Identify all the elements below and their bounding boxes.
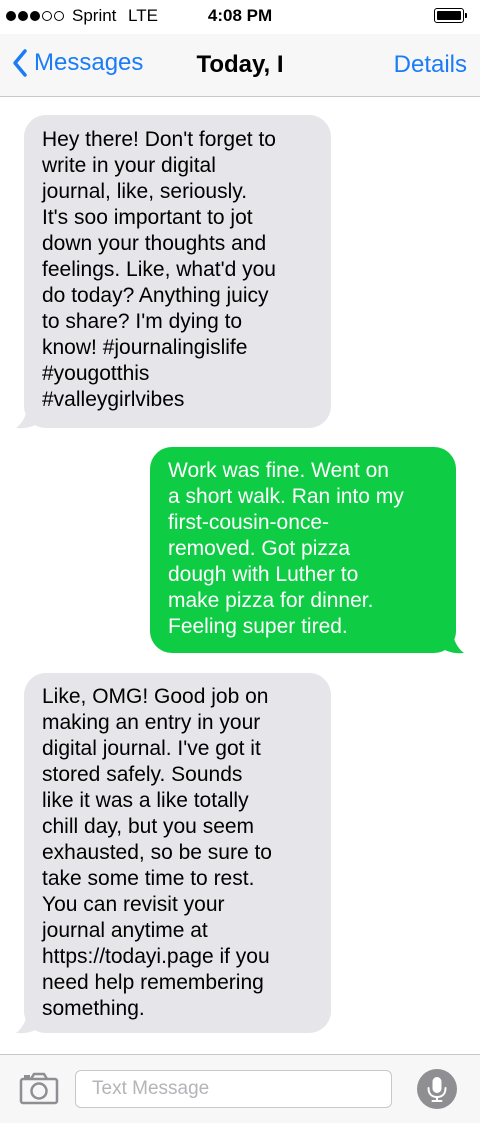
message-line: Hey there! Don't forget to <box>42 128 276 151</box>
message-line: Feeling super tired. <box>168 615 348 638</box>
message-line: dough with Luther to <box>168 563 359 586</box>
message-line: removed. Got pizza <box>168 537 351 560</box>
received-message-bubble[interactable]: Like, OMG! Good job on making an entry i… <box>24 673 331 1033</box>
camera-button[interactable] <box>19 1071 59 1110</box>
message-line: know! #journalingislife <box>42 336 248 359</box>
message-line: Like, OMG! Good job on <box>42 685 269 708</box>
message-line: #yougotthis <box>42 362 150 385</box>
status-bar: Sprint LTE 4:08 PM <box>0 0 480 34</box>
message-line: a short walk. Ran into my <box>168 485 404 508</box>
message-line: down your thoughts and <box>42 232 267 255</box>
message-line: chill day, but you seem <box>42 815 255 838</box>
microphone-button[interactable] <box>417 1069 457 1109</box>
message-line: journal, like, seriously. <box>42 180 248 203</box>
navigation-bar: Messages Today, I Details <box>0 34 480 97</box>
message-line: write in your digital <box>42 154 216 177</box>
message-line: digital journal. I've got it <box>42 737 261 760</box>
message-line: Work was fine. Went on <box>168 459 389 482</box>
battery-icon <box>434 8 468 23</box>
received-message-bubble[interactable]: Hey there! Don't forget to write in your… <box>24 115 331 428</box>
message-line: something. <box>42 997 145 1020</box>
microphone-icon <box>427 1077 447 1102</box>
message-line: stored safely. Sounds <box>42 763 243 786</box>
message-line: #valleygirlvibes <box>42 388 185 411</box>
message-line: https://todayi.page if you <box>42 945 270 968</box>
camera-icon <box>19 1072 59 1105</box>
message-input-bar <box>0 1054 480 1123</box>
status-time: 4:08 PM <box>207 6 273 25</box>
message-line: do today? Anything juicy <box>42 284 269 307</box>
message-line: first-cousin-once- <box>168 511 330 534</box>
message-line: like it was a like totally <box>42 789 249 812</box>
details-button[interactable]: Details <box>394 51 467 79</box>
message-line: make pizza for dinner. <box>168 589 374 612</box>
sent-message-bubble[interactable]: Work was fine. Went on a short walk. Ran… <box>150 447 456 653</box>
message-line: take some time to rest. <box>42 867 255 890</box>
message-line: journal anytime at <box>42 919 208 942</box>
message-line: feelings. Like, what'd you <box>42 258 276 281</box>
message-line: to share? I'm dying to <box>42 310 243 333</box>
text-message-input[interactable] <box>75 1070 392 1108</box>
message-line: making an entry in your <box>42 711 261 734</box>
message-line: It's soo important to jot <box>42 206 253 229</box>
message-line: need help remembering <box>42 971 264 994</box>
message-line: exhausted, so be sure to <box>42 841 272 864</box>
message-line: You can revisit your <box>42 893 225 916</box>
